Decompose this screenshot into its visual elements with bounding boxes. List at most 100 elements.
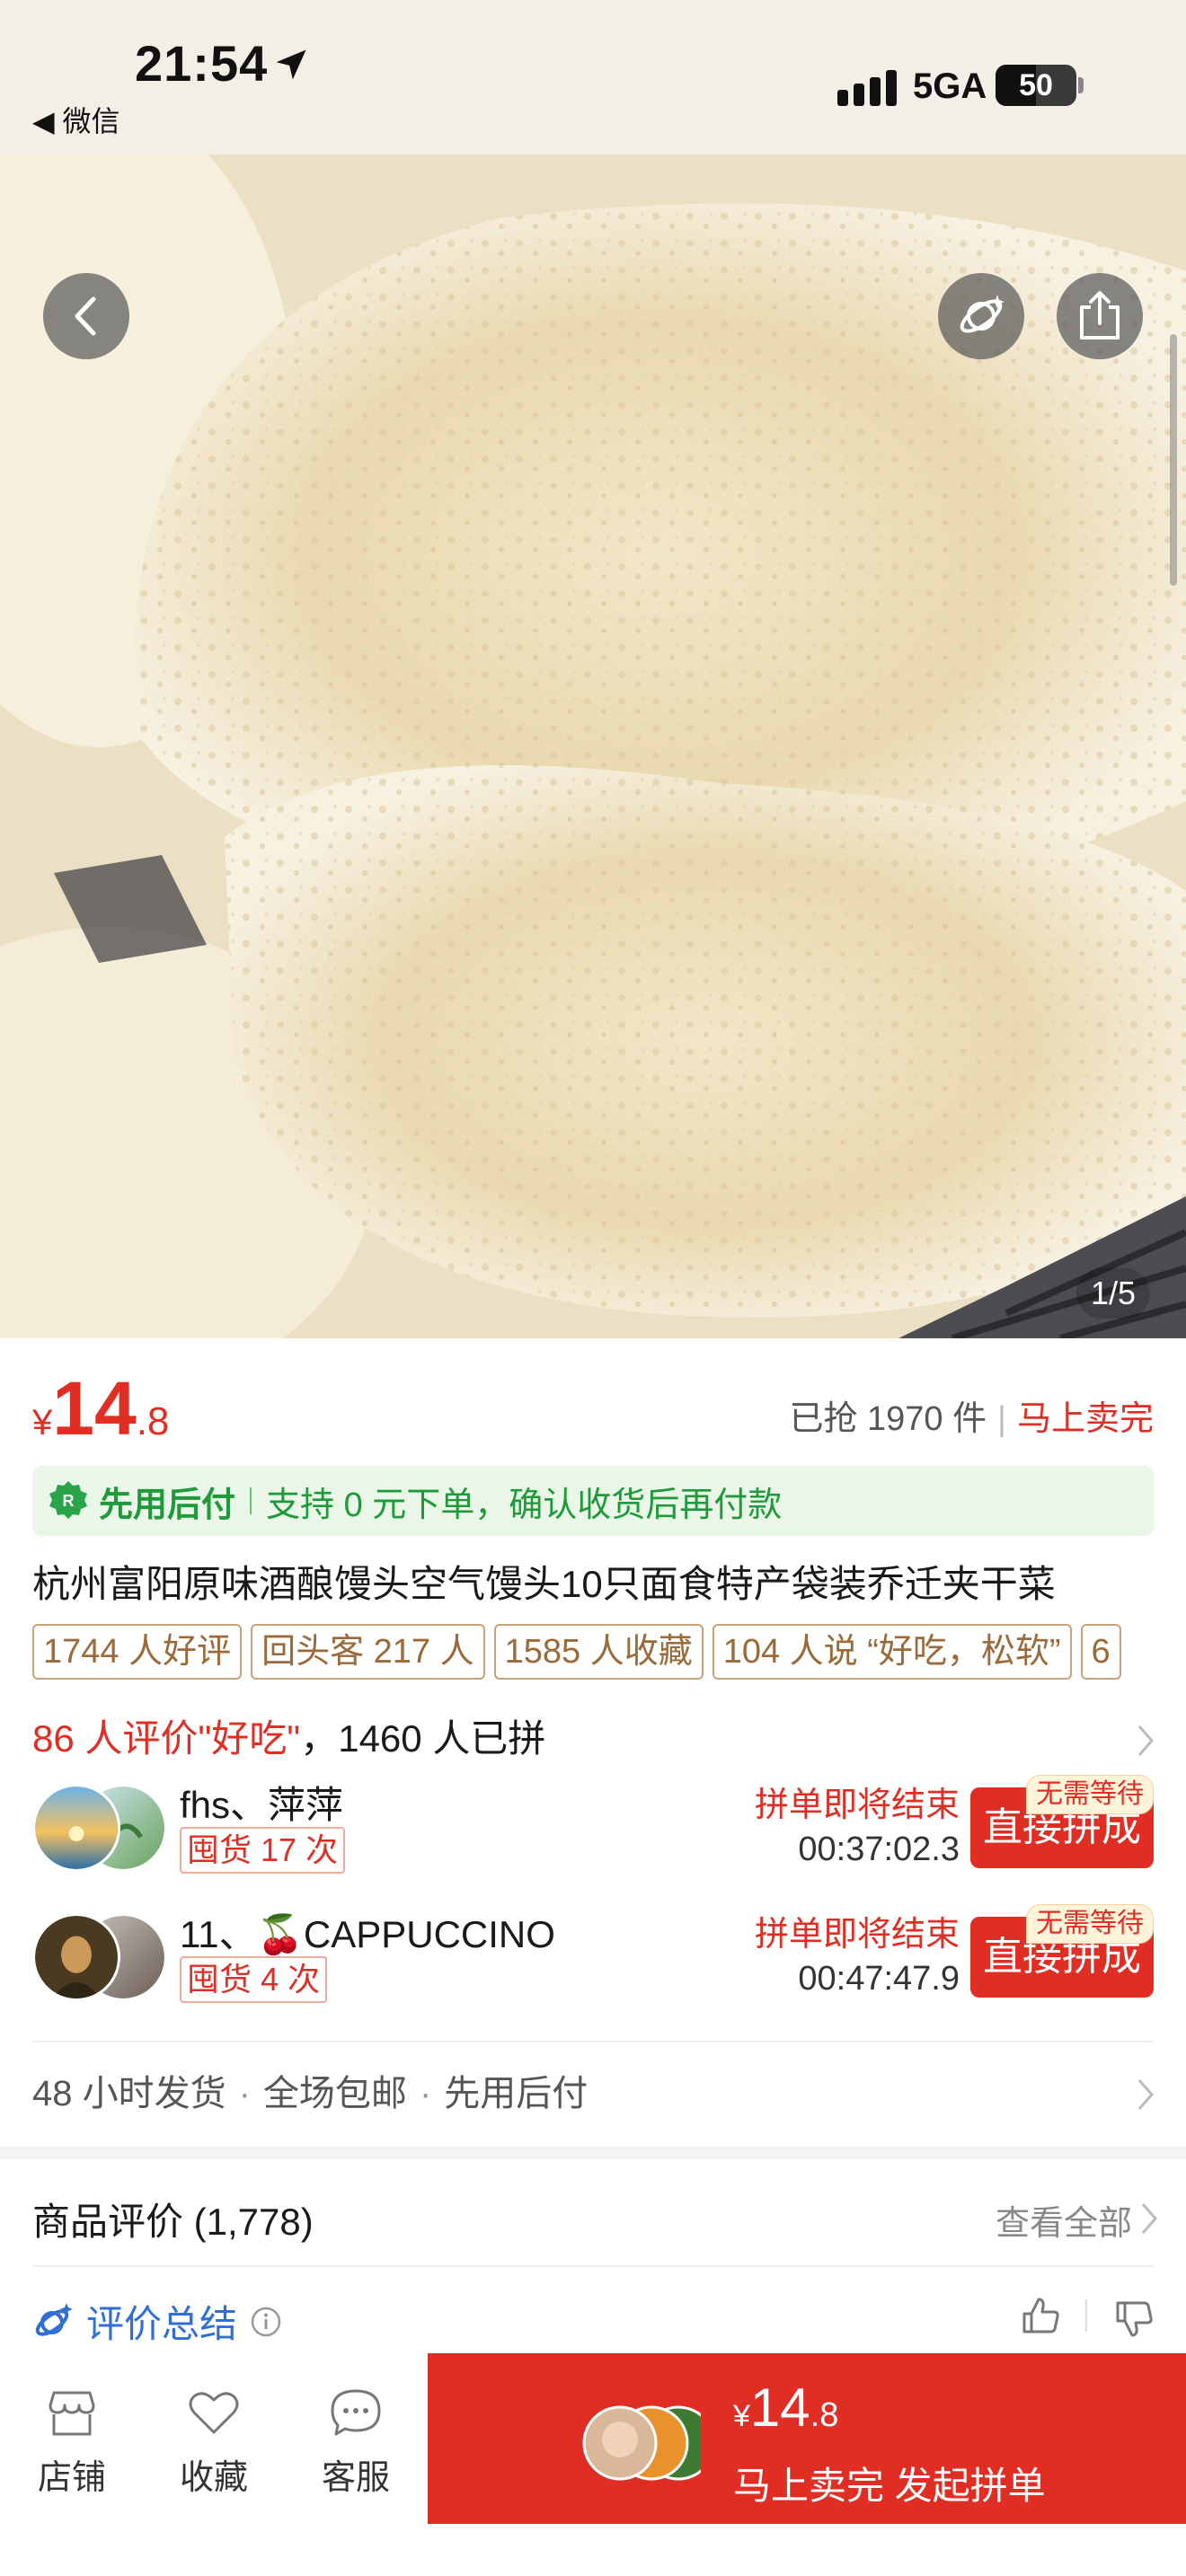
reviews-section: 商品评价 (1,778) 查看全部 评价总结 <box>0 2159 1186 2357</box>
no-wait-tag: 无需等待 <box>1026 1904 1154 1944</box>
pay-later-desc: 支持 0 元下单，确认收货后再付款 <box>266 1486 783 1524</box>
buy-price-currency: ¥ <box>733 2399 750 2433</box>
battery-icon: 50 <box>996 65 1076 106</box>
reviews-title: 商品评价 (1,778) <box>32 2201 314 2243</box>
separator-dot: · <box>238 2074 251 2113</box>
info-icon[interactable] <box>250 2306 282 2338</box>
network-label: 5GA <box>913 66 987 106</box>
status-time: 21:54 <box>135 35 269 92</box>
pay-later-badge-icon: R <box>49 1481 87 1519</box>
sparkle-orbit-icon <box>960 295 1005 333</box>
chevron-right-icon <box>1141 2203 1157 2234</box>
signal-icon <box>837 70 897 106</box>
buy-label: 马上卖完 发起拼单 <box>733 2465 1046 2507</box>
divider <box>32 2041 1154 2042</box>
chevron-right-icon <box>1137 2079 1154 2110</box>
group-status: 拼单即将结束 <box>754 1916 960 1954</box>
join-group-button[interactable]: 直接拼成 无需等待 <box>970 1775 1154 1868</box>
chat-bubble-icon <box>331 2389 381 2436</box>
tag-good-reviews[interactable]: 1744 人好评 <box>32 1624 243 1680</box>
share-button[interactable] <box>1057 273 1143 359</box>
group-countdown: 00:37:02.3 <box>798 1831 960 1868</box>
sold-text: 已抢 1970 件 <box>789 1400 987 1438</box>
buyer-avatars <box>582 2405 701 2481</box>
tag-row: 1744 人好评 回头客 217 人 1585 人收藏 104 人说 “好吃，松软” 6 <box>32 1624 1186 1680</box>
ai-sparkle-icon <box>35 2302 73 2336</box>
product-title: 杭州富阳原味酒酿馒头空气馒头10只面食特产袋装乔迁夹干菜 <box>32 1563 1056 1605</box>
price: ¥14.8 <box>32 1365 169 1452</box>
store-icon <box>49 2391 95 2436</box>
back-to-app-link[interactable]: ◀ 微信 <box>32 99 120 140</box>
chevron-left-icon <box>75 296 96 336</box>
group-buy-summary[interactable]: 86 人评价"好吃"，1460 人已拼 <box>32 1708 545 1763</box>
bottom-action-bar: 店铺 收藏 客服 ¥14.8 马上卖完 发起拼单 <box>0 2353 1186 2576</box>
svg-text:R: R <box>63 1492 75 1510</box>
location-arrow-icon <box>276 49 306 80</box>
back-button[interactable] <box>43 273 129 359</box>
review-summary[interactable]: 评价总结 <box>32 2294 282 2349</box>
product-image[interactable]: 1/5 <box>0 154 1186 1338</box>
service-label: 客服 <box>321 2459 390 2497</box>
group-countdown: 00:47:47.9 <box>798 1960 960 1998</box>
group-row: 11、🍒CAPPUCCINO 囤货 4 次 拼单即将结束 00:47:47.9 … <box>32 1897 1154 2005</box>
shipping-info[interactable]: 48 小时发货 · 全场包邮 · 先用后付 <box>32 2064 588 2116</box>
thumbs-divider <box>1085 2299 1087 2332</box>
group-row: fhs、萍萍 囤货 17 次 拼单即将结束 00:37:02.3 直接拼成 无需… <box>32 1768 1154 1875</box>
share-icon <box>1080 291 1120 340</box>
thumbs-down-icon[interactable] <box>1112 2298 1155 2341</box>
thumbs-up-icon[interactable] <box>1019 2294 1062 2337</box>
no-wait-tag: 无需等待 <box>1026 1775 1154 1814</box>
group-members: fhs、萍萍 <box>180 1784 344 1826</box>
status-bar: 21:54 ◀ 微信 5GA 50 <box>0 0 1186 154</box>
view-all-reviews-link[interactable]: 查看全部 <box>996 2195 1132 2245</box>
pay-later-label: 先用后付 <box>99 1486 236 1524</box>
start-group-buy-button[interactable]: ¥14.8 马上卖完 发起拼单 <box>428 2353 1186 2524</box>
image-search-button[interactable] <box>938 273 1024 359</box>
sold-status: 马上卖完 <box>1016 1400 1154 1438</box>
favorite-label: 收藏 <box>179 2459 248 2497</box>
avatar <box>32 1913 120 2001</box>
scroll-indicator <box>1170 334 1177 586</box>
product-info-card: ¥14.8 已抢 1970 件 | 马上卖完 R 先用后付 支持 0 元下单，确认收… <box>0 1338 1186 2147</box>
service-button[interactable]: 客服 <box>302 2387 410 2499</box>
store-button[interactable]: 店铺 <box>18 2387 126 2499</box>
tag-more[interactable]: 6 <box>1080 1624 1121 1680</box>
stock-count-badge: 囤货 4 次 <box>180 1956 328 2003</box>
tag-review-quote[interactable]: 104 人说 “好吃，松软” <box>712 1624 1072 1680</box>
favorite-button[interactable]: 收藏 <box>160 2387 268 2499</box>
review-summary-label: 评价总结 <box>86 2303 238 2345</box>
rating-rest: ，1460 人已拼 <box>300 1717 546 1760</box>
store-label: 店铺 <box>37 2459 106 2497</box>
pay-later-banner[interactable]: R 先用后付 支持 0 元下单，确认收货后再付款 <box>32 1466 1154 1536</box>
divider <box>32 2265 1154 2267</box>
avatar-stack <box>32 1784 167 1874</box>
avatar-stack <box>32 1913 167 2003</box>
pay-banner-divider <box>250 1487 252 1514</box>
separator-dot: · <box>419 2074 432 2113</box>
group-status: 拼单即将结束 <box>754 1786 960 1824</box>
price-integer: 14 <box>52 1366 137 1451</box>
shipping-item: 先用后付 <box>444 2074 589 2113</box>
buy-price: ¥14.8 <box>733 2377 838 2439</box>
rating-highlight: 86 人评价"好吃" <box>32 1717 301 1760</box>
sold-count: 已抢 1970 件 | 马上卖完 <box>789 1390 1154 1440</box>
heart-icon <box>189 2392 239 2434</box>
home-indicator <box>952 2547 1168 2556</box>
battery-level: 50 <box>1019 68 1053 102</box>
battery-tip <box>1078 77 1084 93</box>
sold-divider: | <box>997 1400 1006 1438</box>
shipping-item: 全场包邮 <box>262 2074 407 2113</box>
tag-favorites[interactable]: 1585 人收藏 <box>493 1624 704 1680</box>
buy-price-integer: 14 <box>749 2378 810 2438</box>
stock-count-badge: 囤货 17 次 <box>180 1827 346 1874</box>
shipping-item: 48 小时发货 <box>32 2074 226 2113</box>
group-members: 11、🍒CAPPUCCINO <box>180 1913 555 1955</box>
chevron-right-icon <box>1137 1725 1154 1756</box>
avatar <box>32 1784 120 1872</box>
tag-repeat-buyers[interactable]: 回头客 217 人 <box>251 1624 485 1680</box>
join-group-button[interactable]: 直接拼成 无需等待 <box>970 1904 1154 1998</box>
price-currency: ¥ <box>32 1403 53 1442</box>
image-pager: 1/5 <box>1075 1268 1150 1319</box>
price-decimal: .8 <box>136 1399 170 1443</box>
buy-price-decimal: .8 <box>810 2396 839 2434</box>
